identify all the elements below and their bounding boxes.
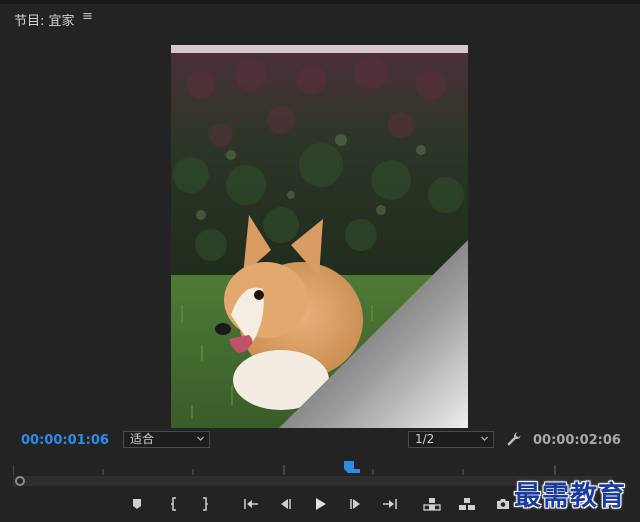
play-icon [316,498,326,510]
panel-title[interactable]: 节目: 宜家 [14,10,75,29]
mark-in-icon [171,497,176,511]
playhead[interactable] [343,460,361,474]
mark-out-button[interactable] [195,494,215,514]
lift-button[interactable] [422,494,442,514]
chevron-down-icon [197,436,204,441]
marker-icon [133,499,141,509]
play-button[interactable] [310,494,330,514]
lift-icon [423,498,441,511]
mark-out-icon [203,497,208,511]
go-to-out-icon [383,499,397,509]
zoom-fit-select[interactable]: 适合 [123,431,210,448]
go-to-in-button[interactable] [241,494,261,514]
camera-icon [497,499,509,509]
video-frame[interactable] [171,45,468,428]
extract-icon [459,498,475,510]
total-duration-timecode: 00:00:02:06 [533,433,621,448]
add-marker-button[interactable] [127,494,147,514]
program-monitor[interactable] [0,32,640,430]
step-back-icon [281,499,291,509]
go-to-in-icon [244,499,258,509]
video-frame-image [171,45,468,428]
export-frame-button[interactable] [493,494,513,514]
go-to-out-button[interactable] [380,494,400,514]
step-forward-icon [350,499,360,509]
step-back-button[interactable] [276,494,296,514]
panel-header: 节目: 宜家 ≡ [0,4,640,32]
hamburger-menu-icon[interactable]: ≡ [82,9,93,24]
extract-button[interactable] [457,494,477,514]
step-forward-button[interactable] [345,494,365,514]
watermark-logo: 最需教育 [514,481,626,512]
wrench-icon[interactable] [506,431,522,447]
chevron-down-icon [481,436,488,441]
resolution-select[interactable]: 1/2 [408,431,494,448]
resolution-value: 1/2 [415,432,435,446]
current-timecode[interactable]: 00:00:01:06 [21,433,109,448]
zoom-scroll-handle[interactable] [15,476,25,486]
zoom-fit-value: 适合 [130,432,155,446]
mark-in-button[interactable] [164,494,184,514]
time-ruler[interactable] [13,461,609,475]
